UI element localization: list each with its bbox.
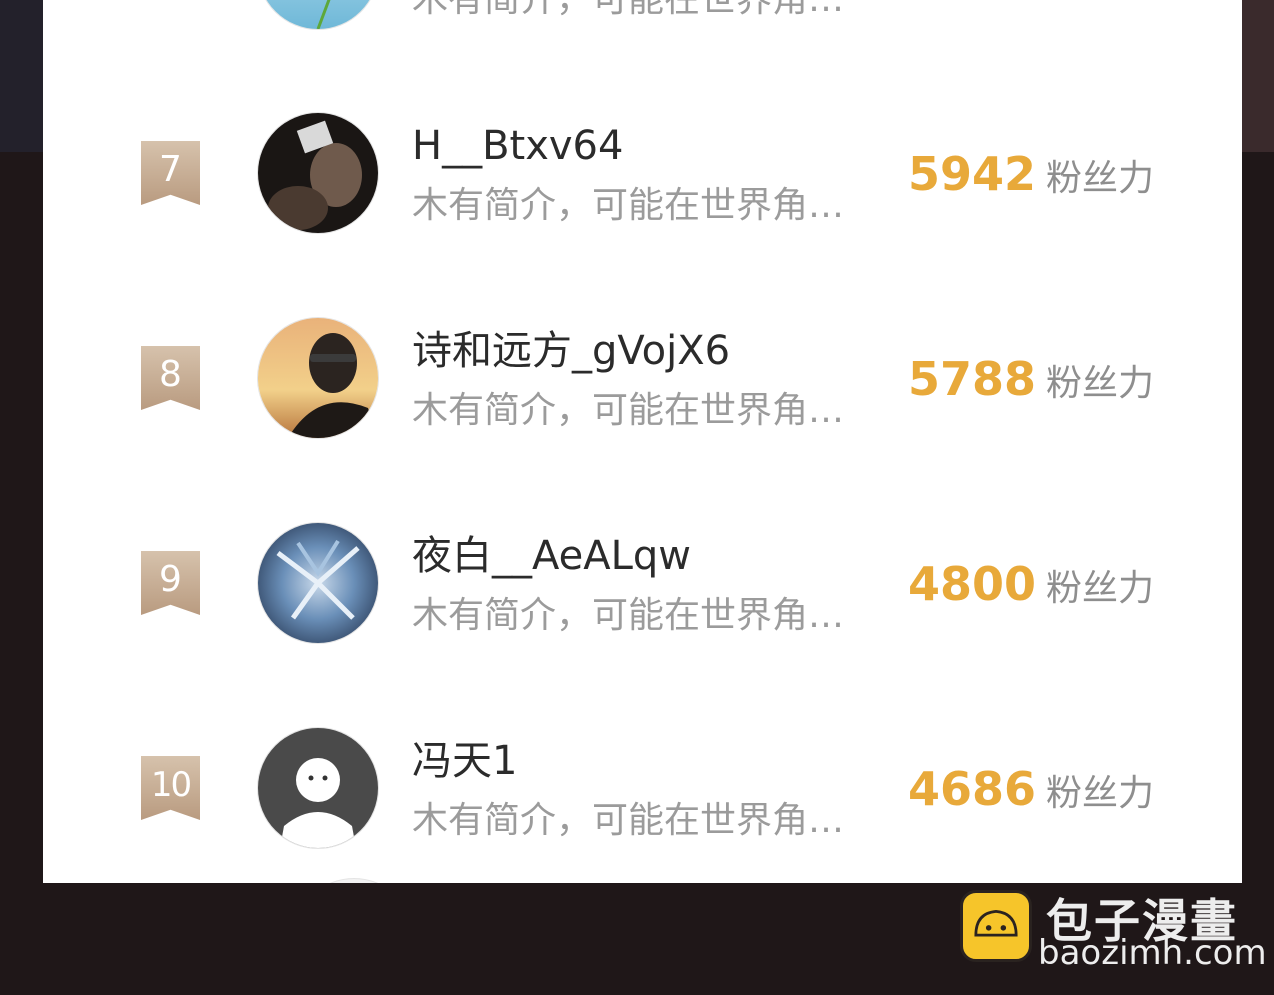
rank-badge: 10	[141, 756, 200, 820]
fan-power-score: 5942 粉丝力	[908, 146, 1154, 213]
fan-power-value: 4800	[907, 557, 1036, 611]
rank-badge: 8	[141, 346, 200, 410]
user-bio: 木有简介，可能在世界角…	[412, 800, 845, 841]
fan-ranking-panel: 木有简介，可能在世界角… 7 H__Btxv64 木有简介，可能在世界角… 59…	[43, 0, 1242, 883]
watermark: 包子漫畫 baozimh.com	[958, 887, 1267, 977]
fan-power-unit: 粉丝力	[1045, 158, 1154, 199]
user-name[interactable]: H__Btxv64	[412, 122, 623, 170]
user-name[interactable]: 夜白__AeALqw	[412, 532, 691, 580]
user-name[interactable]: 诗和远方_gVojX6	[412, 327, 730, 375]
fan-power-value: 5788	[907, 352, 1036, 406]
fan-power-value: 5942	[907, 147, 1036, 201]
watermark-url: baozimh.com	[1038, 933, 1267, 973]
fan-power-score: 4686 粉丝力	[908, 761, 1154, 828]
background-top-right	[1242, 0, 1274, 152]
ranking-row[interactable]: 10 冯天1 木有简介，可能在世界角… 4686 粉丝力	[43, 615, 1242, 849]
fan-power-score: 5788 粉丝力	[908, 351, 1154, 418]
background-top-left	[0, 0, 43, 152]
rank-badge: 7	[141, 141, 200, 205]
fan-power-value: 4686	[907, 762, 1036, 816]
user-avatar-partial[interactable]	[293, 878, 415, 883]
fan-power-score: 4800 粉丝力	[908, 556, 1154, 623]
ranking-row[interactable]: 7 H__Btxv64 木有简介，可能在世界角… 5942 粉丝力	[43, 0, 1242, 234]
baozi-logo-icon	[960, 890, 1032, 962]
rank-badge: 9	[141, 551, 200, 615]
default-avatar-icon[interactable]	[257, 727, 379, 849]
user-name[interactable]: 冯天1	[412, 737, 517, 785]
fan-power-unit: 粉丝力	[1045, 363, 1154, 404]
ranking-row[interactable]: 8 诗和远方_gVojX6 木有简介，可能在世界角… 5788 粉丝力	[43, 205, 1242, 439]
fan-power-unit: 粉丝力	[1045, 568, 1154, 609]
fan-power-unit: 粉丝力	[1045, 773, 1154, 814]
ranking-row[interactable]: 9 夜白__AeALqw 木有简介，可能在世界角… 4800 粉丝力	[43, 410, 1242, 644]
